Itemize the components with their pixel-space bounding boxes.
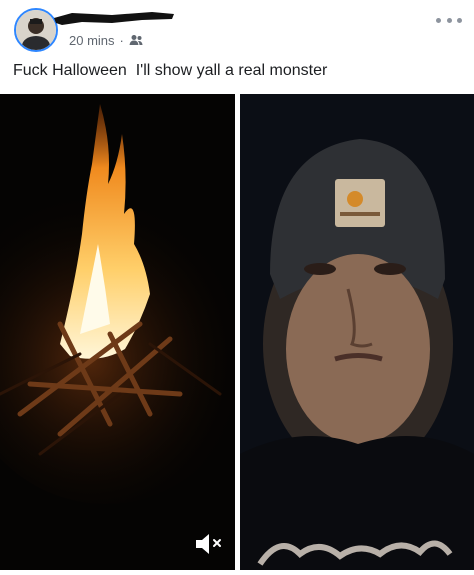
post-header: 20 mins · — [0, 0, 474, 60]
selfie-photo[interactable] — [240, 94, 474, 570]
meta-separator: · — [119, 32, 124, 48]
dot — [446, 17, 452, 23]
more-options-icon[interactable] — [436, 12, 462, 28]
post-caption: Fuck Halloween I'll show yall a real mon… — [13, 62, 328, 79]
dot — [436, 17, 441, 23]
dot — [457, 17, 462, 23]
friends-icon — [129, 35, 143, 45]
redacted-name — [54, 12, 174, 25]
post-meta: 20 mins · — [69, 32, 143, 48]
campfire-photo[interactable] — [0, 94, 235, 570]
volume-muted-icon[interactable] — [194, 530, 226, 558]
timestamp[interactable]: 20 mins — [69, 33, 115, 48]
